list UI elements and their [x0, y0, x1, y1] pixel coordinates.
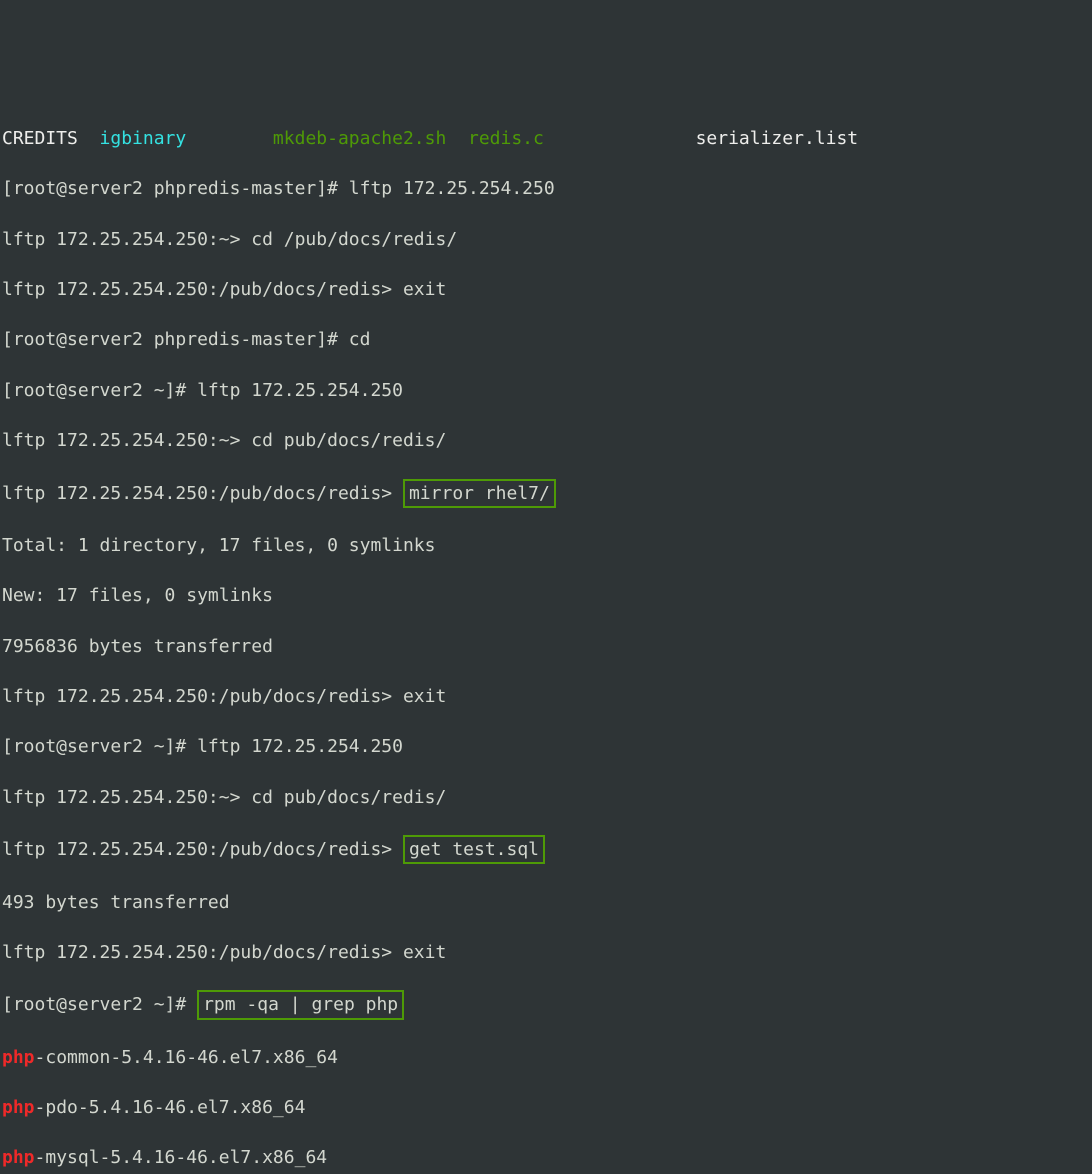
output-line: [root@server2 phpredis-master]# lftp 172… — [2, 176, 1090, 201]
output-line: New: 17 files, 0 symlinks — [2, 583, 1090, 608]
text: -mysql-5.4.16-46.el7.x86_64 — [35, 1147, 328, 1168]
output-line: php-pdo-5.4.16-46.el7.x86_64 — [2, 1095, 1090, 1120]
output-line: 493 bytes transferred — [2, 890, 1090, 915]
prompt-text: lftp 172.25.254.250:/pub/docs/redis> — [2, 483, 403, 504]
output-line: 7956836 bytes transferred — [2, 634, 1090, 659]
output-line: php-common-5.4.16-46.el7.x86_64 — [2, 1045, 1090, 1070]
prompt-text: lftp 172.25.254.250:/pub/docs/redis> — [2, 839, 403, 860]
text: serializer.list — [544, 128, 858, 149]
highlighted-command: mirror rhel7/ — [403, 479, 556, 508]
output-line: lftp 172.25.254.250:/pub/docs/redis> exi… — [2, 277, 1090, 302]
text: -pdo-5.4.16-46.el7.x86_64 — [35, 1097, 306, 1118]
match-highlight: php — [2, 1147, 35, 1168]
output-line: Total: 1 directory, 17 files, 0 symlinks — [2, 533, 1090, 558]
output-line: [root@server2 ~]# lftp 172.25.254.250 — [2, 378, 1090, 403]
output-line: lftp 172.25.254.250:~> cd /pub/docs/redi… — [2, 227, 1090, 252]
output-line: lftp 172.25.254.250:/pub/docs/redis> exi… — [2, 684, 1090, 709]
output-line: CREDITS igbinary mkdeb-apache2.sh redis.… — [2, 126, 1090, 151]
text: CREDITS — [2, 128, 78, 149]
output-line: php-mysql-5.4.16-46.el7.x86_64 — [2, 1145, 1090, 1170]
text-cyan: igbinary — [78, 128, 186, 149]
output-line: [root@server2 ~]# lftp 172.25.254.250 — [2, 734, 1090, 759]
output-line: lftp 172.25.254.250:/pub/docs/redis> get… — [2, 835, 1090, 864]
match-highlight: php — [2, 1097, 35, 1118]
output-line: [root@server2 ~]# rpm -qa | grep php — [2, 990, 1090, 1019]
output-line: [root@server2 phpredis-master]# cd — [2, 327, 1090, 352]
output-line: lftp 172.25.254.250:/pub/docs/redis> exi… — [2, 940, 1090, 965]
highlighted-command: rpm -qa | grep php — [197, 990, 404, 1019]
prompt-text: [root@server2 ~]# — [2, 994, 197, 1015]
output-line: lftp 172.25.254.250:~> cd pub/docs/redis… — [2, 785, 1090, 810]
text: -common-5.4.16-46.el7.x86_64 — [35, 1047, 338, 1068]
text-green: mkdeb-apache2.sh redis.c — [186, 128, 544, 149]
output-line: lftp 172.25.254.250:/pub/docs/redis> mir… — [2, 479, 1090, 508]
match-highlight: php — [2, 1047, 35, 1068]
highlighted-command: get test.sql — [403, 835, 545, 864]
output-line: lftp 172.25.254.250:~> cd pub/docs/redis… — [2, 428, 1090, 453]
terminal[interactable]: CREDITS igbinary mkdeb-apache2.sh redis.… — [0, 101, 1092, 1174]
